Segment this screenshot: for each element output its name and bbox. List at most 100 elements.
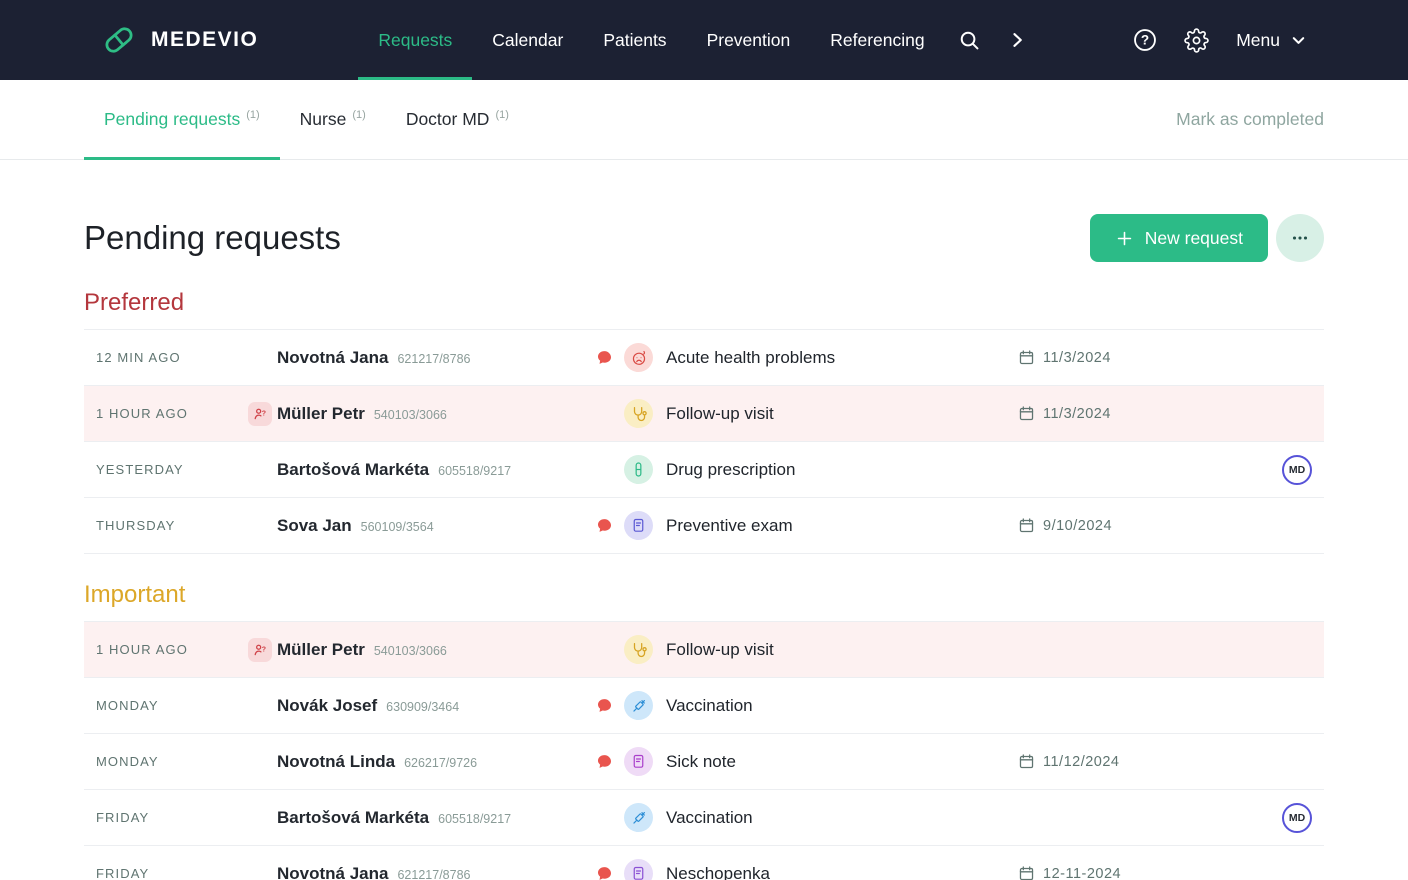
mark-completed-button[interactable]: Mark as completed [1176,109,1324,130]
request-type-label: Follow-up visit [666,640,774,660]
patient-cell: ? Sova Jan 560109/3564 [248,516,596,536]
tab-count: (1) [246,109,259,121]
assignee-cell: MD [1282,803,1312,833]
request-type-label: Drug prescription [666,460,795,480]
request-type-label: Follow-up visit [666,404,774,424]
request-time: MONDAY [96,698,248,713]
nav-item-requests[interactable]: Requests [358,0,472,80]
patient-name: Novotná Linda [277,752,395,772]
tab-count: (1) [495,109,508,121]
nav-item-patients[interactable]: Patients [583,0,686,80]
request-type-icon [624,399,653,428]
tab-nurse[interactable]: Nurse (1) [280,80,386,159]
tab-count: (1) [352,109,365,121]
assignee-avatar[interactable]: MD [1282,803,1312,833]
request-type-icon [624,455,653,484]
request-date-cell: 11/3/2024 [1018,405,1282,422]
request-type-cell: Vaccination [596,691,1018,720]
assignee-cell [1282,399,1312,429]
request-time: 1 HOUR AGO [96,406,248,421]
search-button[interactable] [945,0,994,80]
new-request-button[interactable]: New request [1090,214,1268,262]
table-row[interactable]: YESTERDAY ? Bartošová Markéta 605518/921… [84,442,1324,498]
table-row[interactable]: 1 HOUR AGO ? Müller Petr 540103/3066 [84,622,1324,678]
request-type-label: Neschopenka [666,864,770,880]
calendar-icon [1018,517,1035,534]
assignee-cell: MD [1282,455,1312,485]
nav-item-referencing[interactable]: Referencing [810,0,944,80]
request-type-cell: Follow-up visit [596,399,1018,428]
assignee-cell [1282,747,1312,777]
menu-button[interactable]: Menu [1222,30,1308,51]
request-date: 9/10/2024 [1043,518,1112,534]
syringe-icon [630,809,648,827]
request-date-cell: 9/10/2024 [1018,517,1282,534]
table-row[interactable]: 12 MIN AGO ? Novotná Jana 621217/8786 [84,330,1324,386]
assignee-cell [1282,691,1312,721]
nav-scroll-right-button[interactable] [994,0,1040,80]
assignee-cell [1282,511,1312,541]
request-type-icon [624,343,653,372]
request-type-icon [624,511,653,540]
patient-id: 560109/3564 [361,520,434,534]
tab-doctor-md[interactable]: Doctor MD (1) [386,80,529,159]
document-icon [630,517,647,534]
unread-message-icon [596,865,613,880]
calendar-icon [1018,349,1035,366]
tabs: Pending requests (1) Nurse (1) Doctor MD (1) [84,80,529,159]
help-button[interactable]: ? [1119,27,1171,53]
more-options-button[interactable] [1276,214,1324,262]
document-icon [630,865,647,880]
request-date: 11/3/2024 [1043,350,1111,366]
calendar-icon [1018,753,1035,770]
nav-item-calendar[interactable]: Calendar [472,0,583,80]
unread-message-icon [596,753,613,770]
settings-button[interactable] [1171,28,1222,53]
request-type-cell: Sick note [596,747,1018,776]
unread-message-icon [596,517,613,534]
request-type-icon [624,691,653,720]
assignee-cell [1282,635,1312,665]
tab-label: Pending requests [104,109,240,130]
request-date-cell: 12-11-2024 [1018,865,1282,880]
patient-id: 630909/3464 [386,700,459,714]
request-time: FRIDAY [96,810,248,825]
svg-text:?: ? [262,646,266,653]
table-row[interactable]: FRIDAY ? Bartošová Markéta 605518/9217 [84,790,1324,846]
patient-id: 540103/3066 [374,408,447,422]
navbar-right-cluster: ? Menu [1119,0,1308,80]
patient-cell: ? Novák Josef 630909/3464 [248,696,596,716]
primary-nav: RequestsCalendarPatientsPreventionRefere… [358,0,944,80]
tab-label: Doctor MD [406,109,490,130]
table-row[interactable]: 1 HOUR AGO ? Müller Petr 540103/3066 [84,386,1324,442]
header-actions: New request [1090,214,1324,262]
menu-label: Menu [1236,30,1280,51]
unread-message-icon [596,697,613,714]
assignee-avatar[interactable]: MD [1282,455,1312,485]
table-row[interactable]: FRIDAY ? Novotná Jana 621217/8786 [84,846,1324,880]
table-row[interactable]: THURSDAY ? Sova Jan 560109/3564 [84,498,1324,554]
chevron-right-icon [1007,30,1027,50]
patient-alert-icon: ? [248,402,272,426]
tab-pending-requests[interactable]: Pending requests (1) [84,80,280,159]
stethoscope-icon [630,405,648,423]
table-row[interactable]: MONDAY ? Novotná Linda 626217/9726 [84,734,1324,790]
request-type-cell: Acute health problems [596,343,1018,372]
patient-name: Novotná Jana [277,864,388,880]
patient-id: 605518/9217 [438,464,511,478]
nav-item-prevention[interactable]: Prevention [687,0,811,80]
request-date-cell: 11/3/2024 [1018,349,1282,366]
svg-text:?: ? [1141,33,1149,48]
assignee-cell [1282,859,1312,880]
tab-label: Nurse [300,109,347,130]
request-time: 12 MIN AGO [96,350,248,365]
syringe-icon [630,697,648,715]
patient-cell: ? Müller Petr 540103/3066 [248,640,596,660]
patient-name: Bartošová Markéta [277,460,429,480]
chevron-down-icon [1289,31,1308,50]
request-type-cell: Drug prescription [596,455,1018,484]
table-row[interactable]: MONDAY ? Novák Josef 630909/3464 [84,678,1324,734]
patient-name: Bartošová Markéta [277,808,429,828]
request-type-icon [624,859,653,880]
brand-logo[interactable]: MEDEVIO [100,0,258,80]
